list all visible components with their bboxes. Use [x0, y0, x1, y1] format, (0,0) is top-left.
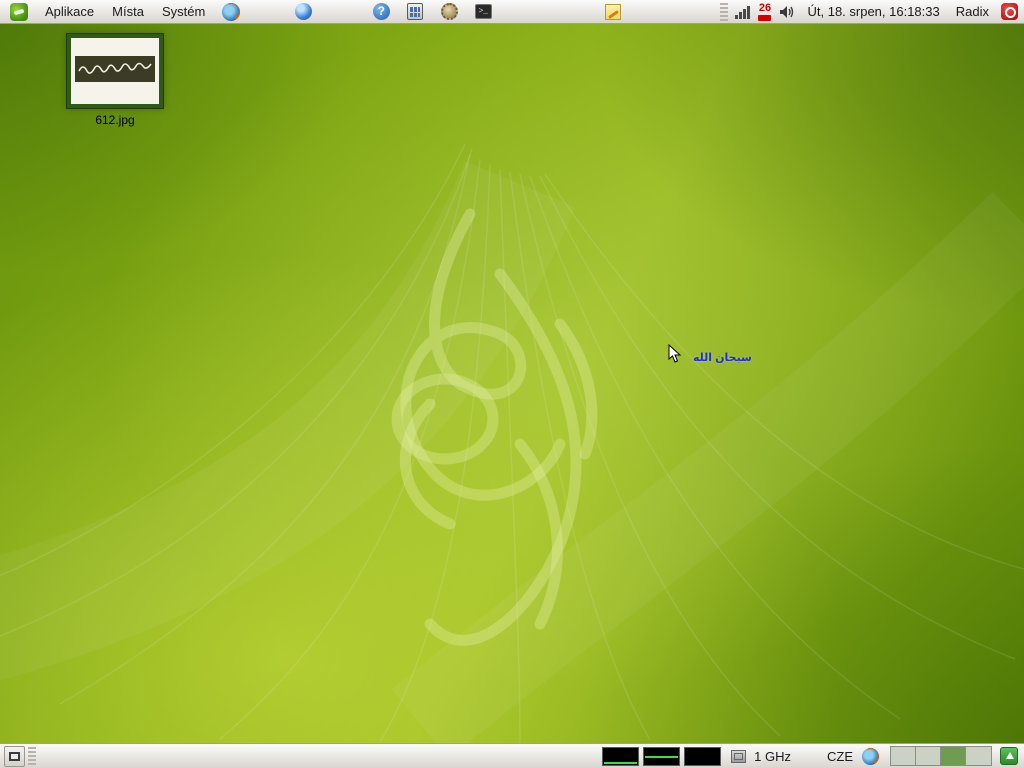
launcher-control-center[interactable]: [439, 2, 459, 22]
launcher-calculator[interactable]: [405, 2, 425, 22]
workspace-4[interactable]: [966, 747, 991, 765]
distro-logo-icon: [10, 3, 28, 21]
show-desktop-button[interactable]: [4, 746, 25, 767]
speaker-icon: [779, 5, 795, 19]
launcher-notes[interactable]: [603, 2, 623, 22]
mouse-cursor: [668, 344, 682, 369]
desktop-window-icon: [9, 752, 20, 761]
launcher-firefox[interactable]: [221, 2, 241, 22]
sensor-applet[interactable]: 26: [758, 3, 771, 21]
menu-applications[interactable]: Aplikace: [36, 0, 103, 24]
help-icon: ?: [373, 3, 390, 20]
system-monitor-cpu[interactable]: [602, 747, 639, 766]
desktop-file-icon[interactable]: 612.jpg: [62, 33, 168, 127]
wallpaper-swirl-art: [0, 24, 1024, 744]
menu-system[interactable]: Systém: [153, 0, 214, 24]
globe-icon: [295, 3, 312, 20]
floating-caption-text: سبحان الله: [693, 351, 752, 364]
memory-graph-line: [645, 756, 678, 758]
control-center-icon: [441, 3, 458, 20]
workspace-switcher[interactable]: [890, 746, 992, 766]
notes-icon: [605, 4, 621, 20]
desktop-file-label: 612.jpg: [62, 113, 168, 127]
menu-places[interactable]: Místa: [103, 0, 153, 24]
terminal-icon: >_: [475, 4, 492, 19]
user-switcher-applet[interactable]: Radix: [948, 4, 997, 19]
calculator-icon: [407, 3, 423, 20]
cpu-chip-icon: [731, 750, 746, 763]
workspace-1[interactable]: [891, 747, 916, 765]
firefox-icon: [222, 3, 240, 21]
clock-applet[interactable]: Út, 18. srpen, 16:18:33: [799, 4, 947, 19]
cpu-graph-line: [604, 762, 637, 764]
network-signal-icon[interactable]: [735, 5, 750, 19]
system-monitor-memory[interactable]: [643, 747, 680, 766]
applet-drag-handle[interactable]: [720, 3, 728, 21]
thumbnail-calligraphy-band: [75, 56, 155, 82]
launcher-web-globe[interactable]: [293, 2, 313, 22]
keyboard-layout-indicator[interactable]: CZE: [823, 749, 857, 764]
tray-firefox-icon[interactable]: [862, 748, 879, 765]
workspace-2[interactable]: [916, 747, 941, 765]
cpu-frequency-applet[interactable]: 1 GHz: [750, 749, 795, 764]
launcher-terminal[interactable]: >_: [473, 2, 493, 22]
tray-updater-icon[interactable]: [1000, 747, 1018, 765]
image-thumbnail: [66, 33, 164, 109]
launcher-help[interactable]: ?: [371, 2, 391, 22]
bottom-panel: 1 GHz CZE: [0, 743, 1024, 768]
volume-applet[interactable]: [777, 2, 797, 22]
workspace-3-active[interactable]: [941, 747, 966, 765]
sensor-value: 26: [759, 3, 771, 14]
system-monitor-network[interactable]: [684, 747, 721, 766]
top-panel: Aplikace Místa Systém ? >_ 26 Út,: [0, 0, 1024, 24]
desktop-screen: Aplikace Místa Systém ? >_ 26 Út,: [0, 0, 1024, 768]
sensor-bar-icon: [758, 15, 771, 21]
desktop-wallpaper[interactable]: [0, 24, 1024, 744]
window-list-handle[interactable]: [28, 747, 36, 765]
distro-menu-button[interactable]: [9, 2, 29, 22]
logout-button[interactable]: [1001, 3, 1018, 20]
